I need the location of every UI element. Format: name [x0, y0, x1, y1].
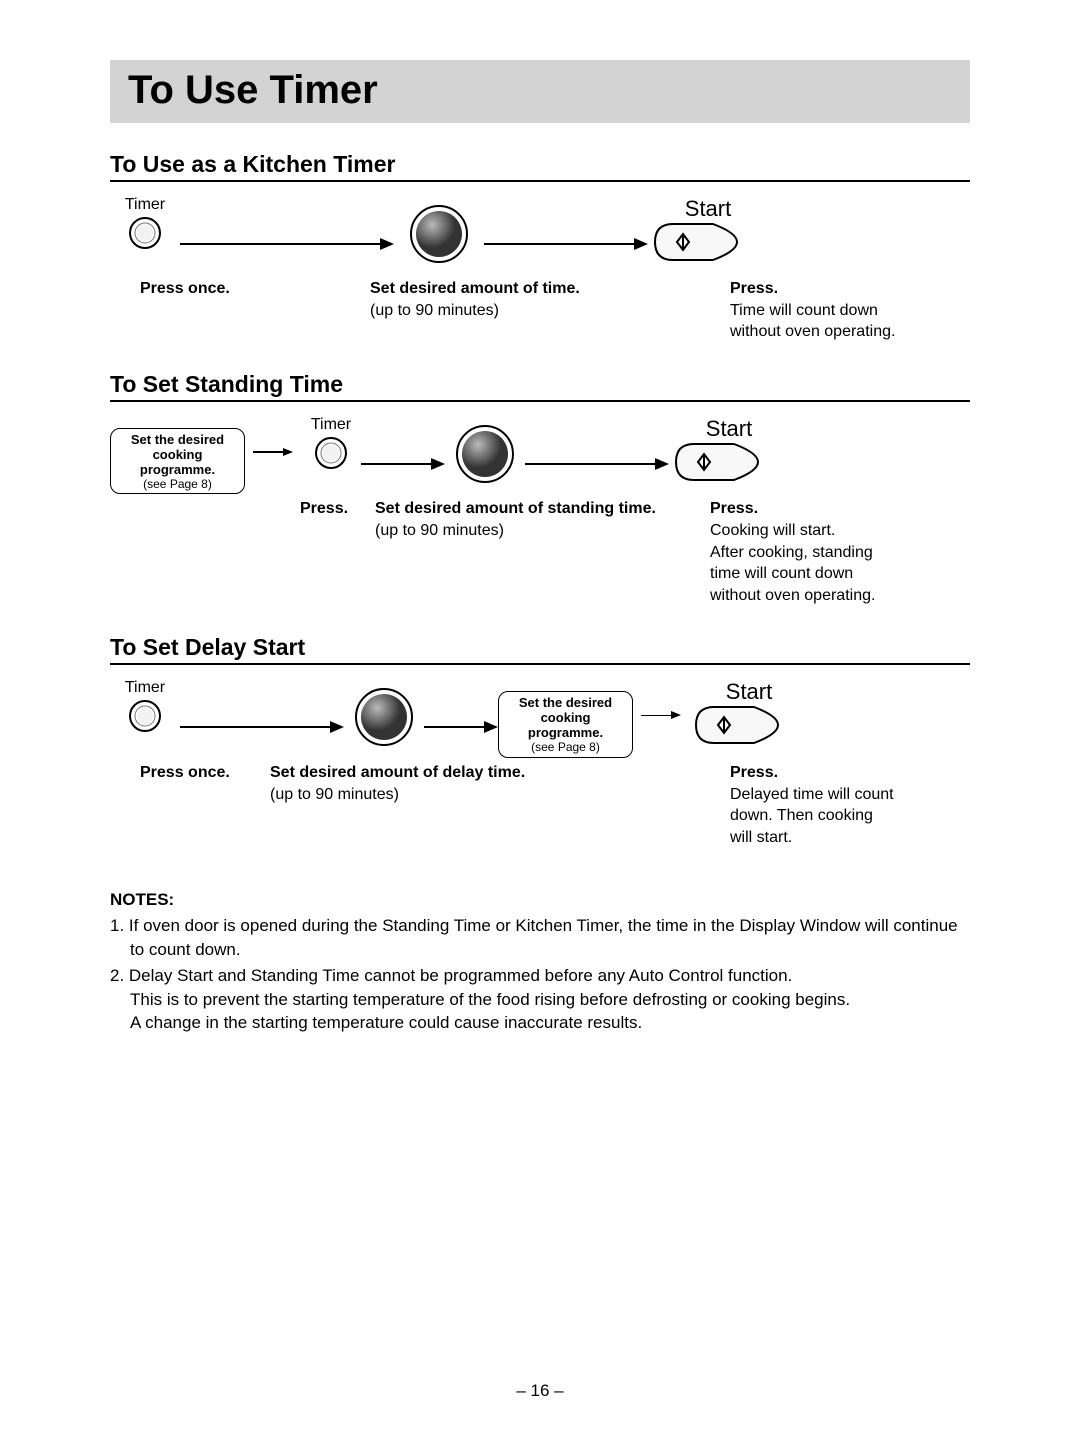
timer-button-block: Timer	[110, 679, 180, 733]
arrow-icon	[180, 697, 344, 757]
caption: Press once.	[140, 762, 270, 848]
timer-label: Timer	[125, 679, 165, 697]
dial-icon	[453, 422, 517, 486]
page-number: – 16 –	[0, 1381, 1080, 1401]
start-button-block: Start	[669, 416, 789, 482]
note-item: 2. Delay Start and Standing Time cannot …	[110, 964, 970, 988]
kitchen-row: Timer Start	[110, 196, 970, 274]
caption: Set desired amount of delay time.(up to …	[270, 762, 700, 848]
dial-icon	[352, 685, 416, 749]
arrow-icon	[361, 434, 445, 494]
section-heading-delay: To Set Delay Start	[110, 634, 970, 665]
kitchen-captions: Press once. Set desired amount of time.(…	[110, 278, 970, 343]
caption: Press.Cooking will start.After cooking, …	[710, 498, 875, 606]
page-title: To Use Timer	[110, 60, 970, 123]
manual-page: To Use Timer To Use as a Kitchen Timer T…	[0, 0, 1080, 1035]
caption: Set desired amount of standing time.(up …	[375, 498, 685, 606]
programme-box: Set the desired cooking programme. (see …	[498, 691, 633, 758]
caption: Press.Delayed time will countdown. Then …	[730, 762, 894, 848]
standing-row: Set the desired cooking programme. (see …	[110, 416, 970, 495]
arrow-icon	[484, 214, 648, 274]
start-label: Start	[726, 679, 772, 705]
timer-label: Timer	[125, 196, 165, 214]
arrow-icon	[424, 697, 498, 757]
start-button-block: Start	[689, 679, 809, 745]
timer-button-block: Timer	[301, 416, 361, 470]
section-heading-standing: To Set Standing Time	[110, 371, 970, 402]
caption: Press.Time will count downwithout oven o…	[730, 278, 895, 343]
section-heading-kitchen: To Use as a Kitchen Timer	[110, 151, 970, 182]
timer-button-icon	[128, 216, 162, 250]
dial-block	[445, 422, 525, 486]
start-label: Start	[685, 196, 731, 222]
delay-row: Timer Set the desired cooking programme.…	[110, 679, 970, 758]
timer-label: Timer	[311, 416, 351, 434]
caption: Press.	[300, 498, 375, 606]
caption: Press once.	[140, 278, 310, 343]
notes-block: NOTES: 1. If oven door is opened during …	[110, 888, 970, 1035]
programme-box: Set the desired cooking programme. (see …	[110, 428, 245, 495]
start-button-icon	[674, 442, 784, 482]
arrow-icon	[180, 214, 394, 274]
dial-icon	[407, 202, 471, 266]
arrow-icon	[253, 448, 293, 456]
arrow-icon	[525, 434, 669, 494]
note-subline: This is to prevent the starting temperat…	[110, 988, 970, 1012]
start-label: Start	[706, 416, 752, 442]
timer-button-icon	[128, 699, 162, 733]
standing-captions: Press. Set desired amount of standing ti…	[110, 498, 970, 606]
dial-block	[394, 202, 484, 266]
start-button-block: Start	[648, 196, 768, 262]
start-button-icon	[694, 705, 804, 745]
notes-heading: NOTES:	[110, 888, 970, 912]
start-button-icon	[653, 222, 763, 262]
timer-button-icon	[314, 436, 348, 470]
arrow-icon	[641, 711, 681, 719]
dial-block	[344, 685, 424, 749]
delay-captions: Press once. Set desired amount of delay …	[110, 762, 970, 848]
caption: Set desired amount of time.(up to 90 min…	[370, 278, 690, 343]
note-subline: A change in the starting temperature cou…	[110, 1011, 970, 1035]
timer-button-block: Timer	[110, 196, 180, 250]
note-item: 1. If oven door is opened during the Sta…	[110, 914, 970, 962]
